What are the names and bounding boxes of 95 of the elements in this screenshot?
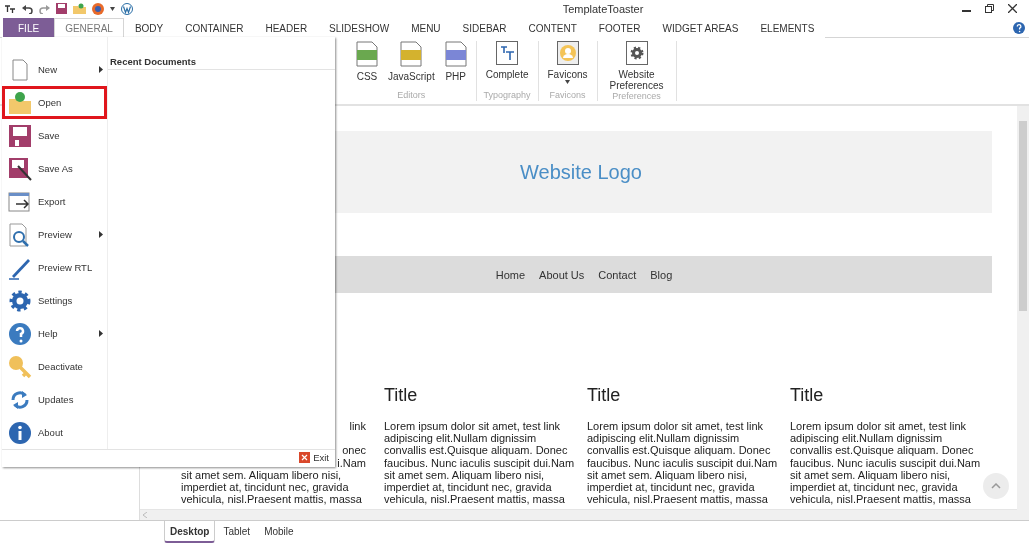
body-text-line: sit amet sem. Aliquam libero nisi, — [181, 468, 342, 481]
info-icon — [8, 420, 32, 445]
redo-icon — [39, 3, 50, 14]
nav-link[interactable]: Contact — [598, 268, 637, 281]
body-text-line: sit amet sem. Aliquam libero nisi, — [587, 468, 748, 481]
group-label: Typography — [483, 90, 531, 101]
ribbon-button[interactable]: PHP — [441, 41, 470, 90]
column-title: Title — [790, 384, 825, 406]
settings-icon — [8, 288, 32, 313]
body-text-line: adipiscing elit.Nullam dignissim — [587, 432, 740, 445]
menu-item[interactable]: Preview — [2, 218, 107, 251]
export-icon — [8, 189, 32, 214]
body-text-line: vehicula, nisl.Praesent mattis, massa — [181, 493, 362, 506]
body-text-line: imperdiet at, tincidunt nec, gravida — [384, 480, 552, 494]
nav-link[interactable]: About Us — [539, 268, 585, 281]
key-icon — [8, 354, 32, 379]
body-text-line: vehicula, nisl.Praesent mattis, massa — [587, 493, 768, 506]
font-icon — [4, 3, 16, 14]
document-icon — [12, 58, 28, 81]
exit-button[interactable]: Exit — [299, 452, 329, 463]
javascript-file-icon — [400, 41, 423, 67]
menu-item[interactable]: About — [2, 416, 107, 449]
website-logo: Website Logo — [520, 160, 642, 184]
close-icon — [1008, 4, 1017, 13]
view-tab[interactable]: Desktop — [164, 521, 216, 543]
body-text-line: convallis est.Quisque aliquam. Donec — [384, 444, 568, 457]
body-text-line: faucibus. Nunc iaculis suscipit dui.Nam — [384, 456, 575, 469]
body-text-line: imperdiet at, tincidunt nec, gravida — [181, 480, 349, 494]
body-text-line: faucibus. Nunc iaculis suscipit dui.Nam — [790, 456, 981, 469]
ribbon-button[interactable]: JavaScript — [385, 41, 438, 90]
body-text-line: Lorem ipsum dolor sit amet, test link — [790, 420, 967, 433]
body-text-line: vehicula, nisl.Praesent mattis, massa — [790, 493, 971, 506]
wordpress-icon — [121, 2, 133, 15]
menu-item[interactable]: Updates — [2, 383, 107, 416]
menu-item[interactable]: New — [2, 53, 107, 86]
ribbon-button[interactable]: CSS — [353, 41, 381, 90]
menu-item[interactable]: Preview RTL — [2, 251, 107, 284]
body-text-line: imperdiet at, tincidunt nec, gravida — [587, 480, 755, 494]
help-icon — [8, 321, 32, 346]
menu-item[interactable]: Save As — [2, 152, 107, 185]
body-text-line: convallis est.Quisque aliquam. Donec — [587, 444, 771, 457]
help-icon — [1013, 22, 1025, 34]
ribbon-button[interactable]: Complete — [482, 41, 532, 90]
ribbon-button[interactable]: Website Preferences — [603, 41, 670, 91]
recent-documents-heading: Recent Documents — [108, 56, 335, 70]
body-text-line: adipiscing elit.Nullam dignissim — [790, 432, 943, 445]
body-text-line: sit amet sem. Aliquam libero nisi, — [384, 468, 545, 481]
menu-item[interactable]: Help — [2, 317, 107, 350]
menu-item[interactable]: Export — [2, 185, 107, 218]
body-text-line: Lorem ipsum dolor sit amet, test link — [384, 420, 561, 433]
window-title: TemplateToaster — [561, 2, 645, 15]
body-text-line: Lorem ipsum dolor sit amet, test link — [587, 420, 764, 433]
view-tab[interactable]: Mobile — [258, 521, 300, 543]
chevron-up-icon — [991, 483, 1001, 489]
menu-item[interactable]: Settings — [2, 284, 107, 317]
css-file-icon — [356, 41, 378, 67]
favicon-icon — [556, 41, 579, 65]
body-text-line: imperdiet at, tincidunt nec, gravida — [790, 480, 958, 494]
column-title: Title — [587, 384, 622, 406]
body-text-line: faucibus. Nunc iaculis suscipit dui.Nam — [587, 456, 778, 469]
chevron-left-icon — [143, 512, 147, 518]
typography-icon — [496, 41, 519, 65]
view-tab[interactable]: Tablet — [217, 521, 257, 543]
undo-icon — [22, 3, 33, 14]
group-label: Favicons — [549, 90, 586, 101]
body-text-line: convallis est.Quisque aliquam. Donec — [790, 444, 974, 457]
nav-link[interactable]: Blog — [650, 268, 673, 281]
body-text-line: vehicula, nisl.Praesent mattis, massa — [384, 493, 565, 506]
browser-icon — [92, 2, 104, 15]
body-text-line: sit amet sem. Aliquam libero nisi, — [790, 468, 951, 481]
scroll-top-button[interactable] — [983, 473, 1009, 499]
menu-item[interactable]: Open — [2, 86, 107, 119]
folder-icon — [8, 90, 32, 115]
save-icon — [56, 3, 67, 14]
php-file-icon — [444, 41, 467, 67]
menu-item[interactable]: Deactivate — [2, 350, 107, 383]
group-label: Preferences — [612, 91, 661, 102]
ribbon-button[interactable]: Favicons — [544, 41, 591, 90]
body-text-line: link — [349, 420, 366, 433]
close-icon — [299, 452, 311, 463]
floppy-disk-pen-icon — [8, 156, 32, 181]
caret-icon — [110, 6, 115, 11]
group-label: Editors — [397, 90, 426, 101]
nav-link[interactable]: Home — [495, 268, 526, 281]
restore-icon — [985, 4, 994, 13]
ribbon-tab[interactable]: GENERAL — [54, 18, 124, 38]
file-tab[interactable]: FILE — [3, 18, 55, 38]
menu-item[interactable]: Save — [2, 119, 107, 152]
scrollbar-thumb[interactable] — [1019, 121, 1027, 311]
folder-icon — [73, 3, 86, 14]
body-text-line: onec — [342, 444, 366, 457]
body-text-line: adipiscing elit.Nullam dignissim — [384, 432, 537, 445]
body-text-line: i.Nam — [337, 456, 366, 469]
column-title: Title — [384, 384, 419, 406]
settings-icon — [625, 41, 648, 65]
